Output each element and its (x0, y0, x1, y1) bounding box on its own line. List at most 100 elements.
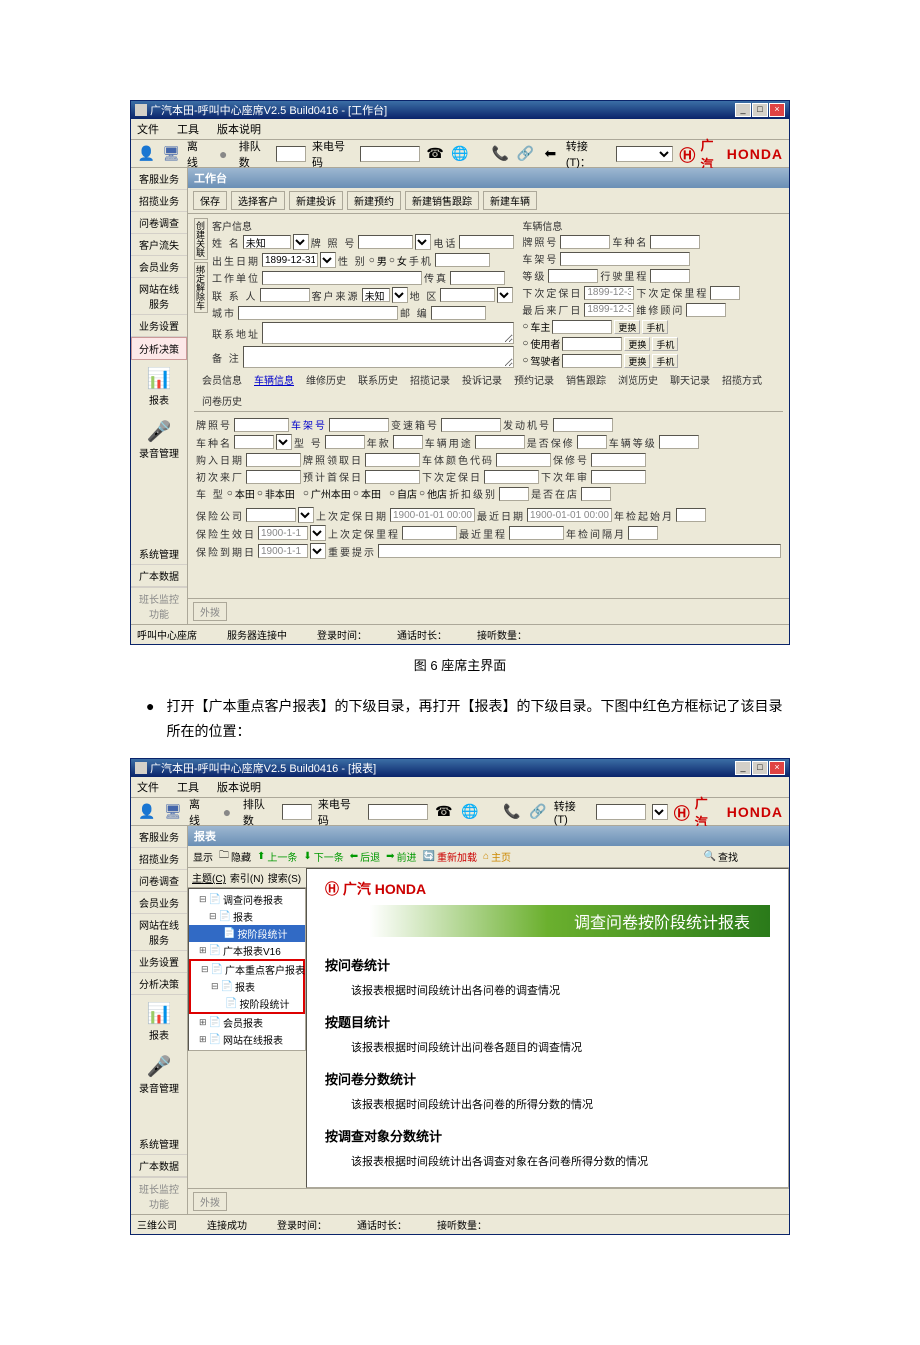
phone-icon-2[interactable]: ☎ (434, 802, 454, 822)
tab-9[interactable]: 聊天记录 (666, 371, 714, 388)
sidebar-item-0[interactable]: 客服业务 (131, 168, 187, 190)
btn-new-appointment[interactable]: 新建预约 (347, 191, 401, 210)
r-honda[interactable]: ○本田 (227, 486, 255, 501)
status-dot-icon-2[interactable]: ● (217, 802, 237, 822)
r-honda2[interactable]: ○本田 (353, 486, 381, 501)
contact-input[interactable] (260, 288, 310, 302)
plate-input[interactable] (358, 235, 413, 249)
r-other[interactable]: ○他店 (419, 486, 447, 501)
btn-select-customer[interactable]: 选择客户 (231, 191, 285, 210)
tree-n1-1[interactable]: ⊟📄报表 (189, 908, 305, 925)
birth-picker[interactable] (320, 252, 336, 268)
d-inshop-input[interactable] (581, 487, 611, 501)
arrow-left-icon[interactable]: ⬅ (541, 144, 560, 164)
tab-5[interactable]: 投诉记录 (458, 371, 506, 388)
d-maintno-input[interactable] (591, 453, 646, 467)
d-discount-input[interactable] (499, 487, 529, 501)
sidebar-item-1[interactable]: 招揽业务 (131, 190, 187, 212)
tab-10[interactable]: 招揽方式 (718, 371, 766, 388)
rt-prev[interactable]: ⬆上一条 (257, 849, 297, 864)
r-own[interactable]: ○自店 (389, 486, 417, 501)
handset-icon-2[interactable]: 📞 (502, 802, 522, 822)
rt-back[interactable]: ⬅后退 (350, 849, 380, 864)
s2-sysmgmt[interactable]: 系统管理 (131, 1133, 187, 1155)
s2-item-4[interactable]: 网站在线服务 (131, 914, 187, 951)
female-radio[interactable]: ○女 (389, 253, 407, 268)
r-chassis-input[interactable] (560, 252, 690, 266)
rt-fwd[interactable]: ➡前进 (386, 849, 416, 864)
monitor-icon-2[interactable]: 🖥 (163, 802, 183, 822)
tree-tab-0[interactable]: 主题(C) (192, 870, 226, 885)
name-input[interactable] (243, 235, 291, 249)
minimize-button[interactable]: _ (735, 103, 751, 117)
sidebar-report[interactable]: 📊 报表 (131, 360, 187, 413)
vstrip-unbind[interactable]: 绑定解除车 (194, 262, 208, 313)
d-firstvisit-input[interactable] (246, 470, 301, 484)
fax-input[interactable] (450, 271, 505, 285)
sidebar-sysmgmt[interactable]: 系统管理 (131, 543, 187, 565)
tab-3[interactable]: 联系历史 (354, 371, 402, 388)
d-buydate-input[interactable] (246, 453, 301, 467)
d-estfirst-input[interactable] (365, 470, 420, 484)
sidebar-item-3[interactable]: 客户流失 (131, 234, 187, 256)
tree-tab-2[interactable]: 搜索(S) (268, 870, 301, 885)
tree-n1-1-1[interactable]: 📄按阶段统计 (189, 925, 305, 942)
outbound-btn[interactable]: 外拨 (193, 602, 227, 621)
src-input[interactable] (362, 288, 390, 302)
r-mileage-input[interactable] (650, 269, 690, 283)
r-plate-input[interactable] (560, 235, 610, 249)
btn-save[interactable]: 保存 (193, 191, 227, 210)
s2-report[interactable]: 📊 报表 (131, 995, 187, 1048)
remark-input[interactable] (243, 346, 515, 368)
rt-home[interactable]: ⌂主页 (483, 849, 511, 864)
btn-new-vehicle[interactable]: 新建车辆 (483, 191, 537, 210)
maximize-button-2[interactable]: □ (752, 761, 768, 775)
phone-input[interactable] (459, 235, 514, 249)
tree-n2[interactable]: ⊞📄广本报表V16 (189, 942, 305, 959)
d-inscompany-input[interactable] (246, 508, 296, 522)
r-advisor-input[interactable] (686, 303, 726, 317)
tree-n3-1-1[interactable]: 📄按阶段统计 (191, 995, 303, 1012)
incoming-input-2[interactable] (368, 804, 428, 820)
incoming-input[interactable] (360, 146, 420, 162)
tab-6[interactable]: 预约记录 (510, 371, 558, 388)
d-lastmaintkm-input[interactable] (402, 526, 457, 540)
link-icon-2[interactable]: 🔗 (528, 802, 548, 822)
r-nextmaint-input[interactable] (584, 286, 634, 300)
d-nextchk-input[interactable] (591, 470, 646, 484)
sidebar-gbdata[interactable]: 广本数据 (131, 565, 187, 587)
tab-1[interactable]: 车辆信息 (250, 371, 298, 388)
district-select[interactable] (497, 287, 513, 303)
link-icon[interactable]: 🔗 (516, 144, 535, 164)
male-radio[interactable]: ○男 (369, 253, 387, 268)
tab-7[interactable]: 销售跟踪 (562, 371, 610, 388)
tree-tab-1[interactable]: 索引(N) (230, 870, 264, 885)
d-recentkm-input[interactable] (509, 526, 564, 540)
tree-n3-1[interactable]: ⊟📄报表 (191, 978, 303, 995)
handset-icon[interactable]: 📞 (491, 144, 510, 164)
s2-item-0[interactable]: 客服业务 (131, 826, 187, 848)
d-color-input[interactable] (496, 453, 551, 467)
rt-reload[interactable]: 🔄重新加载 (423, 849, 477, 864)
maximize-button[interactable]: □ (752, 103, 768, 117)
person-icon-2[interactable]: 👤 (137, 802, 157, 822)
menu-tools-2[interactable]: 工具 (177, 779, 199, 795)
user-change-btn[interactable]: 更换 (624, 337, 650, 351)
d-chassis[interactable]: 车架号 (291, 417, 327, 432)
tree-n1[interactable]: ⊟📄调查问卷报表 (189, 891, 305, 908)
status-dot-icon[interactable]: ● (214, 144, 233, 164)
d-plate-input[interactable] (234, 418, 289, 432)
outbound-btn-2[interactable]: 外拨 (193, 1192, 227, 1211)
owner-change-btn[interactable]: 更换 (614, 320, 640, 334)
driver-change-btn[interactable]: 更换 (624, 354, 650, 368)
d-licdate-input[interactable] (365, 453, 420, 467)
d-inscompany-select[interactable] (298, 507, 314, 523)
d-usage-input[interactable] (475, 435, 525, 449)
tab-2[interactable]: 维修历史 (302, 371, 350, 388)
d-chassis-input[interactable] (329, 418, 389, 432)
d-year-input[interactable] (393, 435, 423, 449)
queue-input-2[interactable] (282, 804, 312, 820)
sidebar-item-6[interactable]: 业务设置 (131, 315, 187, 337)
city-input[interactable] (238, 306, 398, 320)
d-note-input[interactable] (378, 544, 781, 558)
